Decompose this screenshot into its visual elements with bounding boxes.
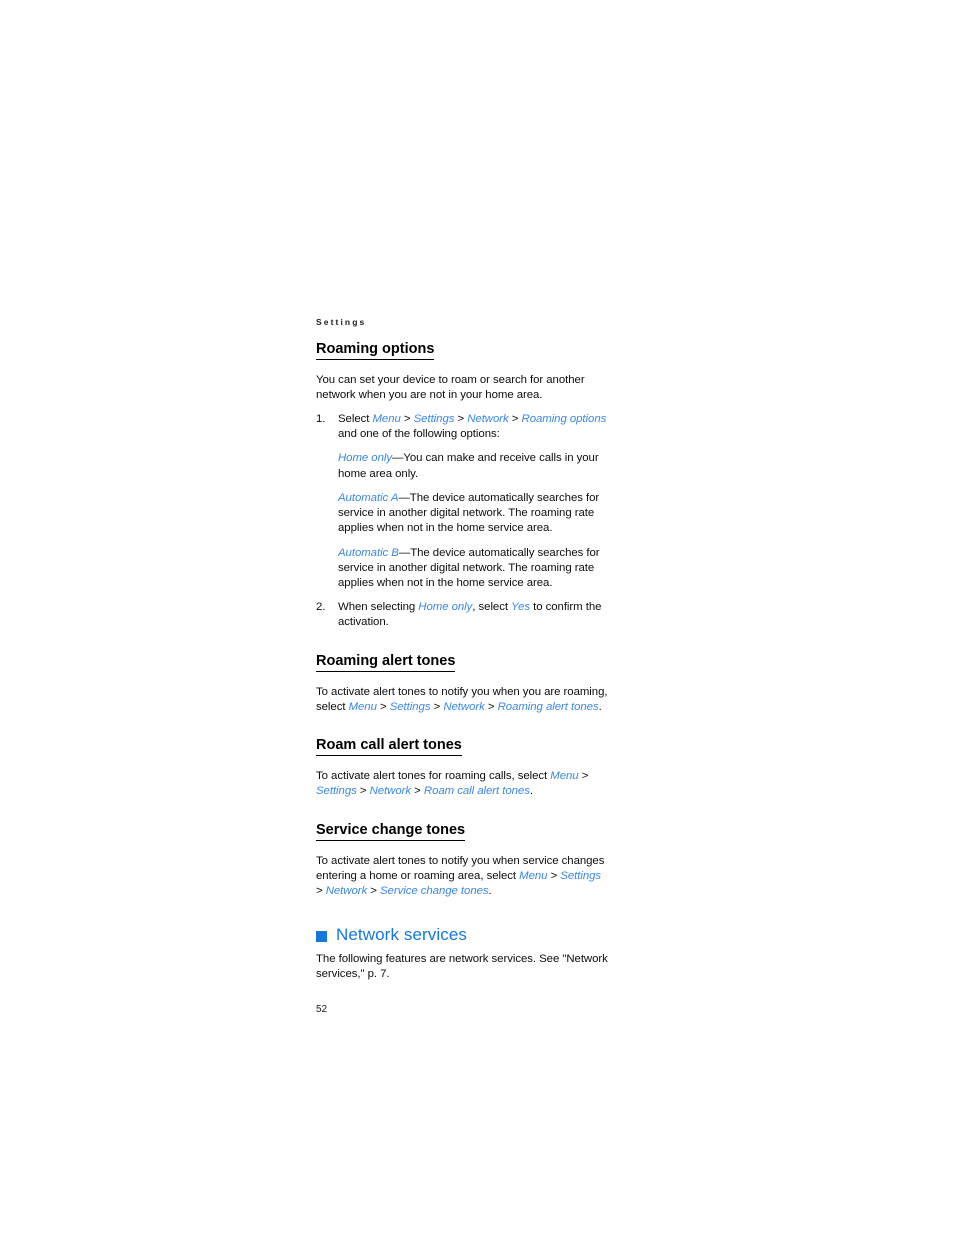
em-dash: — bbox=[398, 546, 411, 559]
heading-roam-call-alert-tones: Roam call alert tones bbox=[316, 737, 462, 757]
heading-service-change-tones: Service change tones bbox=[316, 822, 466, 841]
path-separator: > bbox=[484, 700, 498, 713]
ref-roaming-alert-tones[interactable]: Roaming alert tones bbox=[498, 701, 599, 713]
running-header: Settings bbox=[316, 317, 367, 327]
path-separator: > bbox=[454, 413, 468, 426]
option-automatic-a: Automatic A—The device automatically sea… bbox=[316, 491, 608, 537]
service-change-tones-tail: . bbox=[488, 885, 492, 898]
heading-roaming-options-wrap: Roaming options bbox=[316, 340, 608, 367]
roam-call-alert-tones-lead: To activate alert tones for roaming call… bbox=[316, 770, 551, 783]
ref-settings[interactable]: Settings bbox=[560, 870, 601, 882]
manual-page: Settings Roaming options You can set you… bbox=[316, 318, 608, 1015]
roam-call-alert-tones-body: To activate alert tones for roaming call… bbox=[316, 769, 608, 799]
ref-automatic-b[interactable]: Automatic B bbox=[338, 547, 399, 559]
heading-roaming-alert-tones: Roaming alert tones bbox=[316, 653, 456, 672]
blue-square-bullet-icon bbox=[316, 931, 327, 943]
path-separator: > bbox=[547, 870, 561, 883]
heading-network-services-wrap: Network services bbox=[316, 926, 608, 945]
list-item-number: 1. bbox=[316, 413, 326, 426]
path-separator: > bbox=[316, 885, 326, 898]
heading-roaming-alert-tones-wrap: Roaming alert tones bbox=[316, 652, 608, 679]
step-lead-text: Select bbox=[338, 413, 373, 426]
ref-network[interactable]: Network bbox=[326, 885, 367, 897]
path-separator: > bbox=[430, 700, 444, 713]
ref-service-change-tones[interactable]: Service change tones bbox=[380, 885, 489, 897]
ref-menu[interactable]: Menu bbox=[550, 770, 578, 782]
ref-menu[interactable]: Menu bbox=[349, 701, 377, 713]
ref-roaming-options[interactable]: Roaming options bbox=[522, 413, 607, 425]
step-tail-text: and one of the following options: bbox=[338, 428, 500, 441]
ref-home-only[interactable]: Home only bbox=[418, 601, 472, 613]
path-separator: > bbox=[411, 785, 424, 798]
roaming-alert-tones-body: To activate alert tones to notify you wh… bbox=[316, 685, 608, 715]
ref-network[interactable]: Network bbox=[443, 701, 484, 713]
path-separator: > bbox=[367, 885, 380, 898]
page-number: 52 bbox=[316, 1003, 328, 1015]
roaming-options-intro: You can set your device to roam or searc… bbox=[316, 373, 585, 401]
service-change-tones-body: To activate alert tones to notify you wh… bbox=[316, 854, 608, 900]
heading-roam-call-alert-tones-wrap: Roam call alert tones bbox=[316, 736, 608, 763]
ref-settings[interactable]: Settings bbox=[414, 413, 455, 425]
heading-roaming-options: Roaming options bbox=[316, 341, 435, 360]
heading-network-services: Network services bbox=[336, 925, 468, 945]
path-separator: > bbox=[376, 700, 390, 713]
roam-call-alert-tones-tail: . bbox=[529, 785, 533, 798]
roaming-options-steps: 1. Select Menu > Settings > Network > Roa… bbox=[316, 412, 608, 630]
ref-settings[interactable]: Settings bbox=[390, 701, 431, 713]
list-item-number: 2. bbox=[316, 601, 326, 614]
ref-yes[interactable]: Yes bbox=[511, 601, 530, 613]
roaming-alert-tones-tail: . bbox=[598, 700, 602, 713]
ref-network[interactable]: Network bbox=[467, 413, 508, 425]
ref-settings[interactable]: Settings bbox=[316, 785, 357, 797]
ref-menu[interactable]: Menu bbox=[519, 870, 547, 882]
path-separator: > bbox=[578, 770, 589, 783]
option-automatic-b: Automatic B—The device automatically sea… bbox=[316, 546, 608, 592]
path-separator: > bbox=[356, 785, 370, 798]
em-dash: — bbox=[398, 491, 410, 504]
list-item: 2. When selecting Home only, select Yes t… bbox=[316, 600, 608, 630]
em-dash: — bbox=[392, 452, 404, 465]
ref-network[interactable]: Network bbox=[370, 785, 411, 797]
heading-service-change-tones-wrap: Service change tones bbox=[316, 821, 608, 848]
path-separator: > bbox=[508, 413, 522, 426]
list-item: 1. Select Menu > Settings > Network > Roa… bbox=[316, 412, 608, 442]
ref-menu[interactable]: Menu bbox=[372, 413, 400, 425]
ref-roam-call-alert-tones[interactable]: Roam call alert tones bbox=[424, 785, 530, 797]
step2-mid-text: , select bbox=[472, 601, 512, 614]
ref-automatic-a[interactable]: Automatic A bbox=[338, 492, 398, 504]
network-services-body: The following features are network servi… bbox=[316, 953, 608, 981]
ref-home-only[interactable]: Home only bbox=[338, 452, 392, 464]
step2-lead-text: When selecting bbox=[338, 601, 419, 614]
path-separator: > bbox=[400, 413, 414, 426]
option-home-only: Home only—You can make and receive calls… bbox=[316, 451, 608, 481]
